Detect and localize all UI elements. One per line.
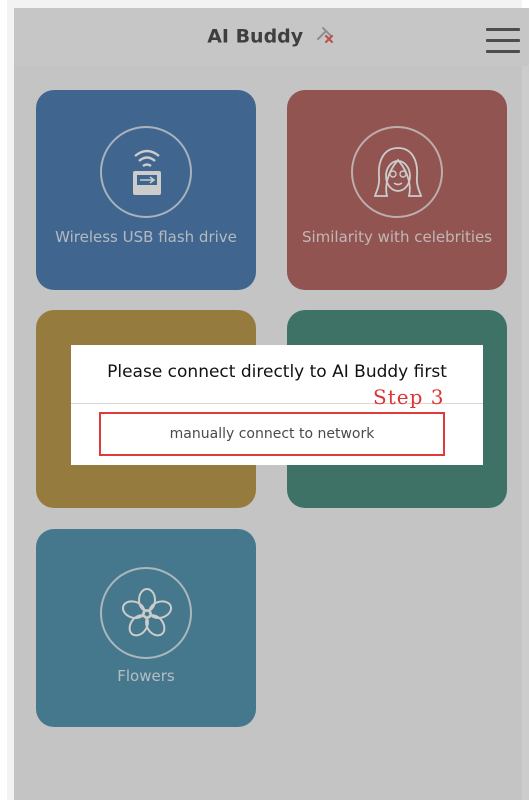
dialog-message: Please connect directly to AI Buddy firs… [107, 362, 447, 382]
app-frame: AI Buddy Wireless USB flash drive Simila… [0, 0, 529, 800]
manual-connect-button[interactable]: manually connect to network [99, 412, 445, 456]
connection-dialog: Please connect directly to AI Buddy firs… [71, 345, 483, 465]
step-annotation: Step 3 [373, 385, 445, 409]
